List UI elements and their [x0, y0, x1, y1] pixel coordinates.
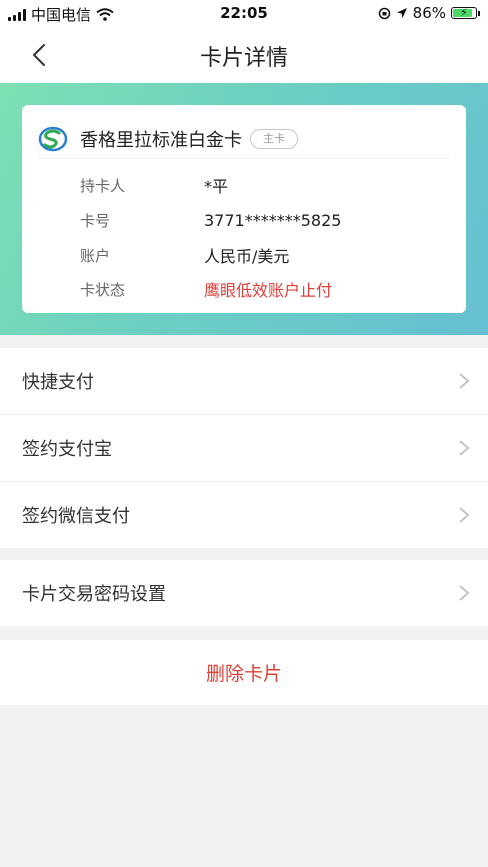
chevron-right-icon: [459, 507, 470, 523]
battery-nub: [478, 10, 480, 16]
list-item-label: 快捷支付: [22, 372, 94, 393]
status-bar: 中国电信 22:05 86% ⚡: [0, 0, 488, 28]
card-name: 香格里拉标准白金卡: [80, 130, 242, 151]
card-divider: [38, 158, 450, 159]
card-detail-panel: 香格里拉标准白金卡 主卡 持卡人 *平 卡号 3771*******5825 账…: [22, 105, 466, 313]
bank-logo-icon: [38, 126, 68, 152]
location-icon: [396, 8, 407, 18]
password-settings-group: 卡片交易密码设置: [0, 560, 488, 626]
battery-percent: 86%: [412, 4, 446, 22]
battery-icon: ⚡: [451, 6, 477, 19]
info-value: 3771*******5825: [204, 210, 342, 230]
delete-card-button[interactable]: 删除卡片: [0, 640, 488, 705]
info-row-account: 账户 人民币/美元: [80, 242, 450, 268]
delete-card-label: 删除卡片: [205, 663, 282, 685]
info-label: 卡号: [80, 211, 111, 230]
info-row-status: 卡状态 鹰眼低效账户止付: [80, 276, 450, 302]
chevron-right-icon: [459, 373, 470, 389]
card-status-value: 鹰眼低效账户止付: [204, 281, 333, 300]
info-value: 人民币/美元: [204, 247, 290, 266]
payment-settings-group: 快捷支付 签约支付宝 签约微信支付: [0, 348, 488, 548]
info-label: 账户: [80, 246, 111, 265]
info-row-holder: 持卡人 *平: [80, 172, 450, 198]
chevron-right-icon: [459, 585, 470, 601]
card-hero: 香格里拉标准白金卡 主卡 持卡人 *平 卡号 3771*******5825 账…: [0, 83, 488, 335]
chevron-right-icon: [459, 440, 470, 456]
page-title: 卡片详情: [199, 46, 288, 71]
info-value: *平: [204, 177, 229, 196]
info-label: 持卡人: [80, 176, 126, 195]
list-item-label: 签约支付宝: [22, 439, 112, 460]
info-row-card-number: 卡号 3771*******5825: [80, 207, 450, 233]
list-item-label: 卡片交易密码设置: [22, 584, 166, 605]
list-item-label: 签约微信支付: [22, 506, 130, 527]
nav-bar: 卡片详情: [0, 28, 488, 83]
orientation-lock-icon: [378, 7, 390, 19]
list-item-wechat-pay[interactable]: 签约微信支付: [0, 482, 488, 548]
status-right: 86% ⚡: [378, 4, 480, 22]
list-item-alipay[interactable]: 签约支付宝: [0, 415, 488, 482]
info-label: 卡状态: [80, 280, 126, 299]
main-card-badge: 主卡: [250, 129, 298, 149]
list-item-transaction-password[interactable]: 卡片交易密码设置: [0, 560, 488, 626]
card-header: 香格里拉标准白金卡 主卡: [38, 119, 450, 159]
list-item-quick-pay[interactable]: 快捷支付: [0, 348, 488, 415]
